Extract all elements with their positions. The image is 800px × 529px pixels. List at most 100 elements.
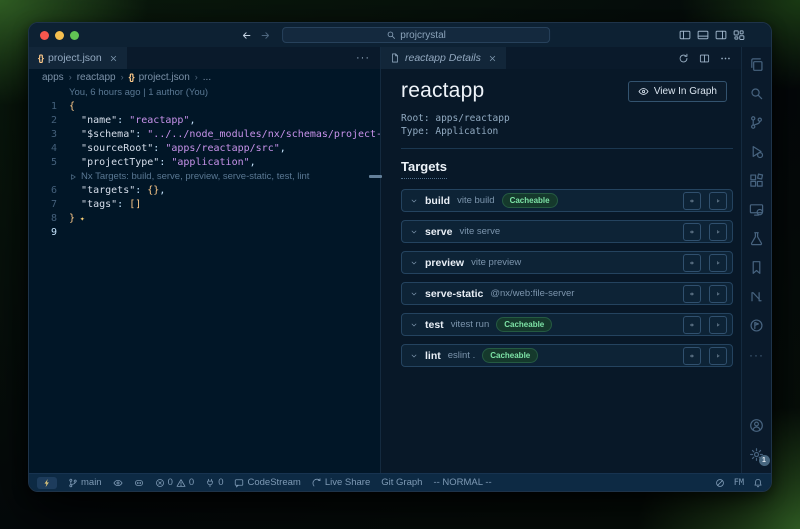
ports-item[interactable]: 0 [205, 477, 223, 488]
source-control-icon[interactable] [742, 108, 772, 137]
target-row-preview[interactable]: previewvite preview [401, 251, 733, 274]
run-target-button[interactable] [709, 254, 727, 272]
view-target-button[interactable] [683, 347, 701, 365]
split-editor-icon[interactable] [699, 53, 710, 64]
code-line[interactable]: 6 "targets": {}, [29, 184, 380, 198]
target-row-serve-static[interactable]: serve-static@nx/web:file-server [401, 282, 733, 305]
remote-explorer-icon[interactable] [742, 195, 772, 224]
chevron-down-icon[interactable] [410, 352, 418, 360]
run-target-button[interactable] [709, 316, 727, 334]
toggle-sidebar-icon[interactable] [679, 29, 691, 41]
vim-mode-indicator: -- NORMAL -- [433, 477, 491, 488]
nav-forward-icon[interactable] [260, 30, 271, 41]
code-line[interactable]: 3 "$schema": "../../node_modules/nx/sche… [29, 128, 380, 142]
codelens-line[interactable]: Nx Targets: build, serve, preview, serve… [29, 170, 380, 184]
cacheable-badge: Cacheable [502, 193, 558, 208]
breadcrumb-reactapp[interactable]: reactapp [77, 72, 116, 83]
flag-circle-icon[interactable] [742, 311, 772, 340]
run-target-button[interactable] [709, 285, 727, 303]
close-tab-icon[interactable] [109, 54, 118, 63]
chevron-down-icon[interactable] [410, 321, 418, 329]
toggle-panel-icon[interactable] [697, 29, 709, 41]
target-row-serve[interactable]: servevite serve [401, 220, 733, 243]
run-target-button[interactable] [709, 223, 727, 241]
view-target-button[interactable] [683, 223, 701, 241]
refresh-icon[interactable] [678, 53, 689, 64]
more-actions-icon[interactable] [720, 53, 731, 64]
code-line[interactable]: 8} ✦ [29, 212, 380, 226]
chevron-down-icon[interactable] [410, 259, 418, 267]
command-center[interactable]: projcrystal [282, 27, 550, 43]
tab-reactapp-details[interactable]: reactapp Details [381, 47, 506, 69]
code-editor[interactable]: You, 6 hours ago | 1 author (You)1{2 "na… [29, 85, 380, 473]
editor-sash-handle[interactable] [369, 175, 382, 178]
settings-icon[interactable]: 1 [742, 440, 772, 469]
gitlens-blame-toggle[interactable] [113, 478, 123, 488]
git-graph-item[interactable]: Git Graph [381, 477, 422, 488]
line-number: 9 [29, 226, 69, 240]
title-bar: projcrystal [29, 23, 771, 47]
close-window-button[interactable] [40, 31, 49, 40]
chevron-down-icon[interactable] [410, 228, 418, 236]
view-target-button[interactable] [683, 285, 701, 303]
view-target-button[interactable] [683, 192, 701, 210]
nx-project-details-panel: reactapp View In Graph Root: apps/reacta… [381, 69, 741, 473]
tab-bar-right: reactapp Details [381, 47, 741, 69]
codelens-line[interactable]: You, 6 hours ago | 1 author (You) [29, 86, 380, 100]
view-target-button[interactable] [683, 316, 701, 334]
desktop-background: projcrystal {} project.json [0, 0, 800, 529]
frontmatter-item[interactable]: FM [734, 478, 744, 488]
target-name: test [425, 319, 444, 331]
search-icon[interactable] [742, 79, 772, 108]
breadcrumb-project-json[interactable]: project.json [139, 72, 190, 83]
chevron-down-icon[interactable] [410, 290, 418, 298]
run-debug-icon[interactable] [742, 137, 772, 166]
code-line[interactable]: 9 [29, 226, 380, 240]
target-row-lint[interactable]: linteslint .Cacheable [401, 344, 733, 367]
run-target-button[interactable] [709, 347, 727, 365]
target-row-build[interactable]: buildvite buildCacheable [401, 189, 733, 212]
line-number: 5 [29, 156, 69, 170]
status-circle-item[interactable] [715, 478, 725, 488]
live-share-item[interactable]: Live Share [312, 477, 370, 488]
tab-project-json[interactable]: {} project.json [29, 47, 127, 69]
view-in-graph-button[interactable]: View In Graph [628, 81, 727, 102]
line-number: 1 [29, 100, 69, 114]
tab-overflow-button[interactable]: ··· [356, 52, 380, 64]
code-line[interactable]: 2 "name": "reactapp", [29, 114, 380, 128]
nx-console-icon[interactable] [742, 282, 772, 311]
remote-indicator[interactable] [37, 477, 57, 489]
breadcrumb-symbol[interactable]: ... [203, 72, 211, 83]
toggle-secondary-sidebar-icon[interactable] [715, 29, 727, 41]
git-branch-item[interactable]: main [68, 477, 102, 488]
more-icon[interactable]: ··· [742, 340, 772, 369]
extensions-icon[interactable] [742, 166, 772, 195]
copilot-status[interactable] [134, 478, 144, 488]
code-line[interactable]: 4 "sourceRoot": "apps/reactapp/src", [29, 142, 380, 156]
explorer-icon[interactable] [742, 50, 772, 79]
nav-back-icon[interactable] [241, 30, 252, 41]
codestream-item[interactable]: CodeStream [234, 477, 300, 488]
code-line[interactable]: 5 "projectType": "application", [29, 156, 380, 170]
problems-item[interactable]: 0 0 [155, 477, 195, 488]
run-target-button[interactable] [709, 192, 727, 210]
notifications-item[interactable] [753, 478, 763, 488]
code-line[interactable]: 1{ [29, 100, 380, 114]
account-icon[interactable] [742, 411, 772, 440]
target-row-test[interactable]: testvitest runCacheable [401, 313, 733, 336]
target-command: vitest run [451, 319, 490, 330]
breadcrumb-apps[interactable]: apps [42, 72, 64, 83]
search-icon [386, 30, 396, 40]
chevron-down-icon[interactable] [410, 197, 418, 205]
bookmarks-icon[interactable] [742, 253, 772, 282]
target-command: vite serve [459, 226, 500, 237]
cacheable-badge: Cacheable [482, 348, 538, 363]
close-tab-icon[interactable] [488, 54, 497, 63]
minimize-window-button[interactable] [55, 31, 64, 40]
code-line[interactable]: 7 "tags": [] [29, 198, 380, 212]
testing-icon[interactable] [742, 224, 772, 253]
customize-layout-icon[interactable] [733, 29, 745, 41]
view-target-button[interactable] [683, 254, 701, 272]
zoom-window-button[interactable] [70, 31, 79, 40]
command-center-query: projcrystal [400, 30, 446, 41]
